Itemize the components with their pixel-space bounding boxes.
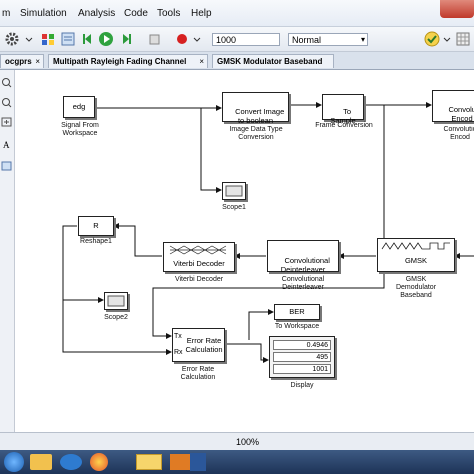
- frame-conversion-label: Frame Conversion: [315, 122, 373, 129]
- menu-help[interactable]: Help: [191, 8, 212, 19]
- waveform-icon: [381, 242, 450, 250]
- model-tabs: ocgprs × Multipath Rayleigh Fading Chann…: [0, 52, 474, 70]
- annotation-icon[interactable]: A: [3, 140, 10, 150]
- gear-icon[interactable]: [4, 31, 20, 47]
- tab-multipath-rayleigh[interactable]: Multipath Rayleigh Fading Channel ×: [48, 54, 208, 68]
- block-text: GMSK: [404, 256, 428, 265]
- line-error-to-display: [225, 343, 269, 363]
- check-icon[interactable]: [424, 31, 440, 47]
- start-button-icon[interactable]: [4, 452, 24, 472]
- explorer-taskbar-icon[interactable]: [30, 454, 52, 470]
- zoom-level: 100%: [236, 437, 260, 447]
- display-value: 0.4946: [273, 340, 331, 350]
- display-label: Display: [290, 382, 314, 389]
- zoom-in-icon[interactable]: [2, 78, 12, 88]
- gmsk-demodulator-block[interactable]: GMSK: [377, 238, 455, 272]
- grid-icon[interactable]: [455, 31, 471, 47]
- tab-label: GMSK Modulator Baseband: [217, 57, 323, 66]
- menu-tools[interactable]: Tools: [157, 8, 180, 19]
- menubar: m Simulation Analysis Code Tools Help: [0, 0, 474, 27]
- to-sample-block[interactable]: To Sample: [322, 94, 364, 125]
- record-icon[interactable]: [174, 31, 190, 47]
- block-text: Error Rate Calculation: [185, 336, 223, 354]
- reshape-block[interactable]: R: [78, 216, 114, 236]
- model-explorer-icon[interactable]: [60, 31, 76, 47]
- block-text: Viterbi Decoder: [173, 259, 225, 268]
- convolutional-encoder-block[interactable]: Convolutio Encod: [432, 90, 474, 123]
- display-block[interactable]: 0.4946 495 1001: [269, 336, 335, 378]
- media-player-taskbar-icon[interactable]: [60, 454, 82, 470]
- sim-mode-value: Normal: [292, 35, 322, 45]
- step-forward-icon[interactable]: [118, 31, 134, 47]
- close-icon[interactable]: ×: [199, 55, 204, 68]
- step-back-icon[interactable]: [80, 31, 96, 47]
- tab-gmsk-modulator[interactable]: GMSK Modulator Baseband: [212, 54, 334, 68]
- word-taskbar-icon[interactable]: [190, 453, 206, 471]
- deinterleaver-label: Convolutional Deinterleaver: [281, 276, 325, 291]
- signal-from-workspace-label: Signal From Workspace: [61, 122, 99, 137]
- taskbar: [0, 450, 474, 474]
- tab-label: Multipath Rayleigh Fading Channel: [53, 57, 187, 66]
- tx-port-label: Tx: [174, 333, 182, 340]
- zoom-out-icon[interactable]: [2, 98, 12, 108]
- library-icon[interactable]: [40, 31, 56, 47]
- image-icon[interactable]: [1, 161, 12, 171]
- convert-image-block[interactable]: Convert Image to boolean: [222, 92, 289, 125]
- error-rate-label: Error Rate Calculation: [180, 366, 216, 381]
- sim-mode-select[interactable]: Normal ▾: [288, 33, 368, 46]
- menu-simulation[interactable]: Simulation: [20, 8, 67, 19]
- stop-time-input[interactable]: 1000: [212, 33, 280, 46]
- scope2-label: Scope2: [104, 314, 128, 321]
- matlab-taskbar-icon[interactable]: [170, 454, 190, 470]
- viterbi-decoder-label: Viterbi Decoder: [174, 276, 224, 283]
- toolbar: 1000 Normal ▾: [0, 27, 474, 52]
- check-dropdown-icon[interactable]: [443, 31, 451, 47]
- block-text: edg: [72, 102, 86, 111]
- run-icon[interactable]: [98, 31, 114, 47]
- fit-view-icon[interactable]: [1, 117, 12, 127]
- signal-from-workspace-block[interactable]: edg: [63, 96, 95, 118]
- ber-to-workspace-block[interactable]: BER: [274, 304, 320, 320]
- scope2-block[interactable]: [104, 292, 128, 310]
- to-workspace-label: To Workspace: [274, 323, 320, 330]
- svg-text:A: A: [3, 140, 10, 150]
- block-text: BER: [289, 307, 305, 316]
- error-rate-block[interactable]: Tx Rx Error Rate Calculation: [172, 328, 225, 362]
- browser-taskbar-icon[interactable]: [90, 453, 108, 471]
- display-value: 1001: [273, 364, 331, 374]
- block-text: R: [93, 221, 99, 230]
- rx-port-label: Rx: [174, 349, 183, 356]
- chevron-down-icon[interactable]: [24, 31, 34, 47]
- palette-tools: A: [1, 78, 12, 171]
- record-dropdown-icon[interactable]: [192, 31, 202, 47]
- model-canvas[interactable]: edg Signal From Workspace Convert Image …: [15, 70, 474, 432]
- stop-icon[interactable]: [146, 31, 162, 47]
- convert-image-label: Image Data Type Conversion: [229, 126, 283, 141]
- menu-code[interactable]: Code: [124, 8, 148, 19]
- deinterleaver-block[interactable]: Convolutional Deinterleaver: [267, 240, 339, 274]
- chevron-down-icon: ▾: [360, 35, 365, 44]
- block-text: Convolutio Encod: [448, 105, 474, 123]
- left-palette: A: [0, 70, 15, 432]
- scope1-block[interactable]: [222, 182, 246, 200]
- viterbi-decoder-block[interactable]: Viterbi Decoder: [163, 242, 235, 272]
- block-text: Convolutional Deinterleaver: [280, 256, 330, 274]
- tab-ocgprs[interactable]: ocgprs ×: [0, 54, 44, 68]
- reshape-label: Reshape1: [80, 238, 112, 245]
- menu-model[interactable]: m: [2, 8, 10, 19]
- menu-analysis[interactable]: Analysis: [78, 8, 115, 19]
- scope-icon: [225, 185, 243, 197]
- line-branch-to-scope1: [200, 108, 222, 193]
- scope-icon: [107, 295, 125, 307]
- gmsk-demodulator-label: GMSK Demodulator Baseband: [395, 276, 437, 299]
- status-bar: 100%: [0, 432, 474, 451]
- display-value: 495: [273, 352, 331, 362]
- window-close-button[interactable]: [440, 0, 474, 18]
- trellis-icon: [169, 245, 227, 255]
- scope1-label: Scope1: [222, 204, 246, 211]
- folder-taskbar-icon[interactable]: [136, 454, 162, 470]
- tab-label: ocgprs: [5, 57, 32, 66]
- close-icon[interactable]: ×: [35, 55, 40, 68]
- convolutional-encoder-label: Convolutio Encod: [443, 126, 474, 141]
